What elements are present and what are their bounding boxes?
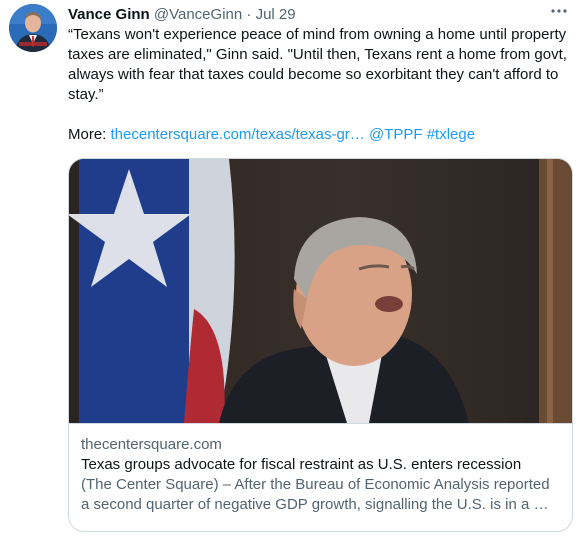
card-description: (The Center Square) – After the Bureau o… <box>81 476 550 513</box>
tweet-header: Vance Ginn @VanceGinn · Jul 29 <box>68 5 573 25</box>
more-horizontal-icon[interactable] <box>547 2 571 22</box>
card-text[interactable]: thecentersquare.com Texas groups advocat… <box>69 423 572 531</box>
author-name[interactable]: Vance Ginn <box>68 6 150 23</box>
card-image[interactable] <box>69 159 573 423</box>
tweet-body: “Texans won't experience peace of mind f… <box>68 25 573 145</box>
card-domain: thecentersquare.com <box>81 436 222 453</box>
hashtag-link[interactable]: #txlege <box>427 126 475 143</box>
tweet-date[interactable]: Jul 29 <box>256 6 296 23</box>
mention-link[interactable]: @TPPF <box>369 126 423 143</box>
tweet-links-line: More: thecentersquare.com/texas/texas-gr… <box>68 125 573 145</box>
tweet[interactable]: Vance Ginn @VanceGinn · Jul 29 “Texans w… <box>0 0 583 537</box>
more-label: More: <box>68 126 107 143</box>
separator-dot: · <box>246 6 252 23</box>
card-title: Texas groups advocate for fiscal restrai… <box>81 456 522 473</box>
article-link[interactable]: thecentersquare.com/texas/texas-gr… <box>111 126 365 143</box>
tweet-text: “Texans won't experience peace of mind f… <box>68 26 567 103</box>
author-handle[interactable]: @VanceGinn <box>154 6 242 23</box>
avatar[interactable] <box>9 4 57 52</box>
link-preview-card[interactable]: thecentersquare.com Texas groups advocat… <box>68 158 573 532</box>
